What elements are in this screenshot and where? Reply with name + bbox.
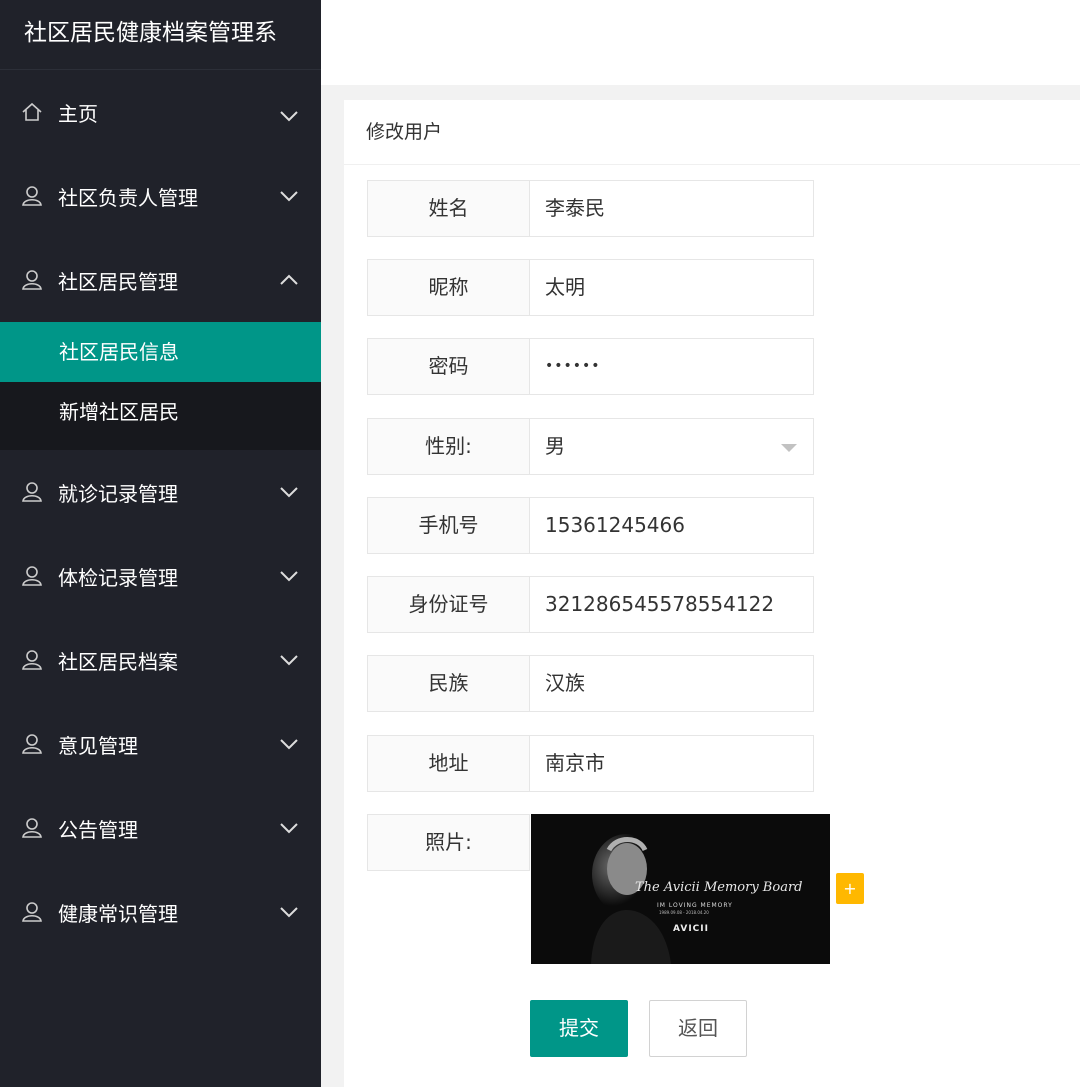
sidebar-item-residents[interactable]: 社区居民管理 [0,238,321,322]
photo-label: 照片: [367,814,530,871]
ethnicity-input[interactable]: 汉族 [530,655,814,712]
sidebar-item-label: 意见管理 [58,733,138,758]
form-row-address: 地址 南京市 [367,735,814,792]
chevron-down-icon [280,655,298,666]
chevron-down-icon [280,823,298,834]
user-icon [20,564,44,588]
sidebar-item-label: 公告管理 [58,817,138,842]
caret-down-icon [781,444,797,452]
form-row-name: 姓名 李泰民 [367,180,814,237]
form-row-gender: 性别: 男 [367,418,814,475]
chevron-down-icon [280,571,298,582]
form-row-phone: 手机号 15361245466 [367,497,814,554]
chevron-down-icon [280,191,298,202]
sidebar-subitem-resident-info[interactable]: 社区居民信息 [0,322,321,382]
form-row-password: 密码 •••••• [367,338,814,395]
home-icon [20,100,44,124]
photo-caption-dates: 1989.09.08 - 2018.04.20 [659,910,709,915]
password-input[interactable]: •••••• [530,338,814,395]
sidebar-subitem-add-resident[interactable]: 新增社区居民 [0,382,321,442]
field-label: 密码 [367,338,530,395]
user-icon [20,816,44,840]
field-label: 手机号 [367,497,530,554]
sidebar-item-label: 社区居民管理 [58,269,178,294]
add-photo-button[interactable]: + [836,873,864,904]
sidebar-item-label: 就诊记录管理 [58,481,178,506]
gender-select[interactable]: 男 [530,418,814,475]
field-label: 民族 [367,655,530,712]
submit-button[interactable]: 提交 [530,1000,628,1057]
user-icon [20,268,44,292]
sidebar-item-archives[interactable]: 社区居民档案 [0,618,321,702]
sidebar-item-label: 社区居民档案 [58,649,178,674]
id-number-input[interactable]: 321286545578554122 [530,576,814,633]
chevron-down-icon [280,907,298,918]
phone-input[interactable]: 15361245466 [530,497,814,554]
edit-user-card: 修改用户 姓名 李泰民 昵称 太明 密码 •••••• 性别: 男 手机号 15… [344,100,1080,1087]
photo-caption-logo: AVICII [673,924,709,934]
sidebar-item-manager[interactable]: 社区负责人管理 [0,154,321,238]
chevron-down-icon [280,739,298,750]
sidebar-item-announcements[interactable]: 公告管理 [0,786,321,870]
user-icon [20,900,44,924]
nickname-input[interactable]: 太明 [530,259,814,316]
chevron-up-icon [280,274,298,285]
field-label: 身份证号 [367,576,530,633]
sidebar-item-label: 主页 [58,101,98,126]
chevron-down-icon [280,487,298,498]
card-title: 修改用户 [344,100,1080,165]
form-row-id-number: 身份证号 321286545578554122 [367,576,814,633]
form-row-nickname: 昵称 太明 [367,259,814,316]
field-label: 性别: [367,418,530,475]
field-label: 地址 [367,735,530,792]
address-input[interactable]: 南京市 [530,735,814,792]
sidebar-submenu: 社区居民信息 新增社区居民 [0,322,321,450]
back-button[interactable]: 返回 [649,1000,747,1057]
sidebar-item-feedback[interactable]: 意见管理 [0,702,321,786]
top-header [321,0,1080,85]
sidebar-item-label: 社区负责人管理 [58,185,198,210]
photo-caption-sub: IM LOVING MEMORY [657,902,733,909]
sidebar-item-checkups[interactable]: 体检记录管理 [0,534,321,618]
field-label: 昵称 [367,259,530,316]
name-input[interactable]: 李泰民 [530,180,814,237]
photo-caption-title: The Avicii Memory Board [635,880,803,895]
user-icon [20,184,44,208]
gender-select-value: 男 [545,434,565,458]
sidebar-item-visits[interactable]: 就诊记录管理 [0,450,321,534]
sidebar-item-health-knowledge[interactable]: 健康常识管理 [0,870,321,954]
app-title: 社区居民健康档案管理系 [0,0,321,70]
user-icon [20,648,44,672]
sidebar: 社区居民健康档案管理系 主页 社区负责人管理 社区居民管理 社区居民信息 新增社… [0,0,321,1087]
sidebar-item-label: 健康常识管理 [58,901,178,926]
sidebar-item-label: 体检记录管理 [58,565,178,590]
user-icon [20,732,44,756]
photo-caption: The Avicii Memory Board IM LOVING MEMORY… [531,814,830,964]
user-icon [20,480,44,504]
chevron-down-icon [280,111,298,122]
form-row-ethnicity: 民族 汉族 [367,655,814,712]
field-label: 姓名 [367,180,530,237]
sidebar-item-home[interactable]: 主页 [0,70,321,154]
